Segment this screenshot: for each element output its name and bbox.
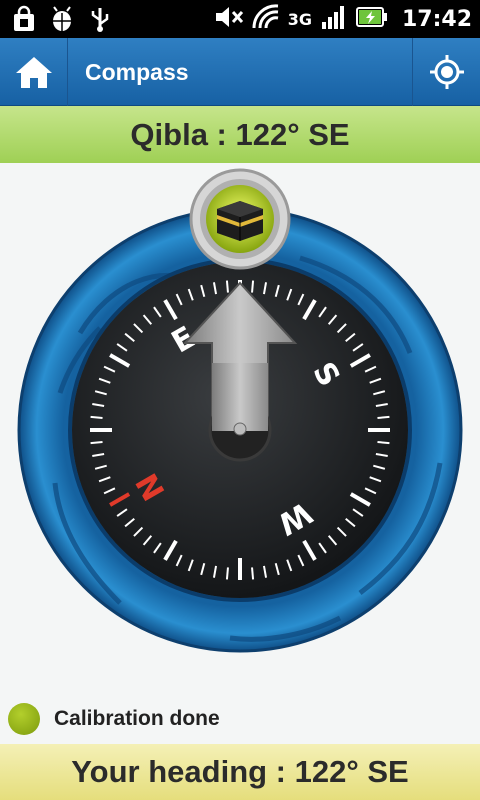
heading-text: Your heading : 122° SE <box>71 754 409 789</box>
qibla-direction-text: Qibla : 122° SE <box>130 116 350 152</box>
heading-banner: Your heading : 122° SE <box>0 744 480 800</box>
calibration-status: Calibration done <box>8 702 220 736</box>
locate-button[interactable] <box>412 38 480 106</box>
signal-icon <box>320 4 348 35</box>
compass-tick <box>225 567 229 580</box>
compass-dial: N E S W <box>17 168 463 653</box>
notification-icons <box>10 5 114 33</box>
mute-icon <box>214 4 244 35</box>
crosshair-icon <box>429 55 464 89</box>
home-icon <box>15 57 52 88</box>
compass: N E S W <box>0 163 480 673</box>
system-icons: 3G 17:42 <box>214 0 472 38</box>
shopping-bag-icon <box>10 5 38 33</box>
kaaba-icon <box>217 201 263 241</box>
clock: 17:42 <box>401 6 472 32</box>
compass-tick <box>377 415 390 419</box>
wifi-icon <box>252 3 280 35</box>
network-type-label: 3G <box>287 9 312 29</box>
app-title: Compass <box>85 59 189 85</box>
compass-tick <box>251 567 255 580</box>
usb-icon <box>86 5 114 33</box>
battery-charging-icon <box>355 6 388 33</box>
status-bar: 3G 17:42 <box>0 0 480 38</box>
kaaba-marker <box>189 168 291 270</box>
home-button[interactable] <box>0 38 68 106</box>
qibla-direction-banner: Qibla : 122° SE <box>0 106 480 163</box>
compass-tick <box>225 280 229 293</box>
compass-tick <box>251 280 255 293</box>
compass-tick <box>90 415 103 419</box>
app-bar: Compass <box>0 38 480 106</box>
compass-tick <box>377 441 390 445</box>
calibration-text: Calibration done <box>54 707 220 730</box>
android-bug-icon <box>48 5 76 33</box>
calibration-indicator <box>8 703 40 735</box>
compass-tick <box>90 441 103 445</box>
